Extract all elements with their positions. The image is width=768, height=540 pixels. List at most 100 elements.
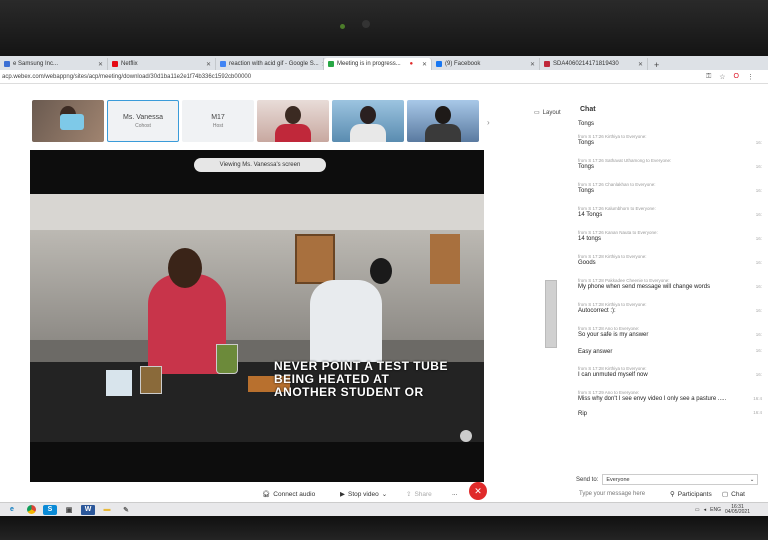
tab-label: e Samsung Inc...	[13, 61, 59, 67]
video-scientist-head	[370, 258, 392, 284]
chevron-right-icon[interactable]: ›	[487, 118, 490, 127]
video-cabinet	[430, 234, 460, 284]
chat-message-text: I can unmuted myself now	[578, 372, 648, 378]
participant-strip: Ms. Vanessa Cohost M17 Host	[32, 100, 479, 144]
chat-message-time: 16:	[755, 164, 762, 169]
more-button[interactable]: ...	[452, 490, 457, 497]
paint-icon[interactable]: ✎	[119, 505, 133, 515]
webex-meeting-app: Ms. Vanessa Cohost M17 Host › ▭ Layout Vi…	[0, 84, 768, 516]
chat-message-meta: from S 17:26 Kanan Nauta to Everyone:	[578, 230, 658, 235]
participant-video[interactable]	[257, 100, 329, 142]
video-scrollbar[interactable]	[545, 280, 557, 348]
stop-video-button[interactable]: ▶ Stop video ⌄	[340, 490, 388, 499]
chat-message-meta: from S 17:26 Sathavat Uthamong to Everyo…	[578, 158, 672, 163]
chat-message-time: 16:	[755, 372, 762, 377]
browser-tab-bar: e Samsung Inc... ✕ Netflix ✕ reaction with…	[0, 56, 768, 70]
chat-message-meta: from S 17:28 Kirthiya to Everyone:	[578, 254, 647, 259]
language-indicator[interactable]: ENG	[710, 507, 721, 513]
person-icon: ⚲	[670, 491, 675, 498]
chat-message-text: Tongs	[578, 121, 595, 127]
volume-icon[interactable]: ◂	[704, 507, 707, 513]
participant-video[interactable]	[332, 100, 404, 142]
chat-message-time: 16:4	[753, 410, 762, 415]
participants-button[interactable]: ⚲ Participants	[670, 490, 712, 499]
url-text[interactable]: acp.webex.com/webappng/sites/acp/meeting…	[0, 74, 251, 80]
layout-icon: ▭	[534, 110, 540, 116]
close-icon[interactable]: ✕	[638, 61, 643, 68]
participant-role: Cohost	[135, 122, 151, 129]
participant-tile-m17[interactable]: M17 Host	[182, 100, 254, 142]
key-icon[interactable]: ⚿	[706, 73, 711, 81]
chat-message: Rip 16:4	[578, 410, 762, 417]
folder-icon[interactable]: ▬	[100, 505, 114, 515]
chat-message: Tongs	[578, 120, 758, 127]
chat-message-text: Tongs	[578, 140, 595, 146]
chat-message-meta: from S 17:28 Ano to Everyone:	[578, 326, 640, 331]
close-icon[interactable]: ✕	[530, 61, 535, 68]
share-label: Share	[414, 490, 432, 498]
clock[interactable]: 16:31 04/05/2021	[725, 504, 750, 515]
participant-face	[285, 106, 301, 124]
ie-icon[interactable]: e	[5, 505, 19, 515]
chat-message-time: 16:	[755, 348, 762, 353]
share-icon: ⇪	[406, 491, 412, 498]
tab-meeting[interactable]: Meeting is in progress... ● ✕	[324, 58, 432, 70]
tab-label: reaction with acid gif - Google S...	[229, 61, 319, 67]
tab-google-search[interactable]: reaction with acid gif - Google S...✕	[216, 58, 324, 70]
more-icon: ...	[452, 490, 458, 497]
tab-label: Netflix	[121, 61, 138, 67]
chat-button[interactable]: ▢ Chat	[722, 490, 745, 499]
network-icon[interactable]: ▭	[695, 507, 700, 513]
chevron-down-icon: ⌄	[381, 491, 388, 498]
video-box	[106, 370, 132, 396]
word-icon[interactable]: W	[81, 504, 95, 515]
share-button[interactable]: ⇪ Share	[406, 490, 432, 499]
chat-message-meta: from S 17:29 Ano to Everyone:	[578, 390, 640, 395]
chat-message-time: 16:	[755, 308, 762, 313]
participant-video[interactable]	[32, 100, 104, 142]
skype-icon[interactable]: S	[43, 504, 57, 515]
chat-message-time: 16:	[755, 284, 762, 289]
end-meeting-button[interactable]: ✕	[469, 482, 487, 500]
tab-label: SDA4060214171819430	[553, 61, 619, 67]
video-control-dot[interactable]	[460, 430, 472, 442]
star-icon[interactable]: ☆	[719, 73, 725, 81]
viewing-screen-banner: Viewing Ms. Vanessa's screen	[194, 158, 326, 172]
system-tray: ▭ ◂ ENG 16:31 04/05/2021	[695, 504, 768, 515]
close-icon[interactable]: ✕	[206, 61, 211, 68]
chat-message-text: Easy answer	[578, 349, 613, 355]
connect-audio-button[interactable]: 🎧︎ Connect audio	[262, 490, 315, 499]
chat-message-text: 14 tongs	[578, 236, 602, 242]
chat-message: from S 17:28 Kirthiya to Everyone: Goods 1…	[578, 254, 762, 266]
tab-facebook[interactable]: (9) Facebook ✕	[432, 58, 540, 70]
media-icon[interactable]: ▣	[62, 505, 76, 515]
address-bar[interactable]: acp.webex.com/webappng/sites/acp/meeting…	[0, 70, 768, 84]
video-beaker	[216, 344, 238, 374]
close-icon[interactable]: ✕	[422, 61, 427, 68]
webex-icon	[328, 61, 334, 67]
chat-message-text: Tongs	[578, 164, 595, 170]
monitor-bezel-bottom	[0, 516, 768, 540]
chat-panel: Chat Tongs from S 17:26 Kirthiya to Ever…	[572, 102, 768, 516]
shared-video[interactable]: NEVER POINT A TEST TUBE BEING HEATED AT …	[30, 194, 484, 442]
close-icon[interactable]: ✕	[98, 61, 103, 68]
tab-samsung[interactable]: e Samsung Inc... ✕	[0, 58, 108, 70]
record-icon: ●	[409, 61, 414, 67]
chat-message: Easy answer 16:	[578, 348, 762, 355]
participant-video[interactable]	[407, 100, 479, 142]
menu-icon[interactable]: ⋮	[747, 73, 754, 81]
chat-message: from S 17:28 Ano to Everyone: So your saf…	[578, 326, 762, 338]
tab-document[interactable]: SDA4060214171819430 ✕	[540, 58, 648, 70]
chat-message-time: 16:4	[753, 396, 762, 401]
participant-body	[275, 124, 311, 142]
new-tab-button[interactable]: +	[648, 60, 665, 70]
participant-tile-vanessa[interactable]: Ms. Vanessa Cohost	[107, 100, 179, 142]
video-student-head	[168, 248, 202, 288]
chat-message-time: 16:	[755, 188, 762, 193]
layout-label: Layout	[542, 109, 561, 116]
layout-button[interactable]: ▭ Layout	[534, 109, 561, 117]
opera-icon[interactable]: O	[734, 73, 739, 81]
windows-taskbar: e S ▣ W ▬ ✎ ▭ ◂ ENG 16:31 04/05/2021	[0, 502, 768, 516]
tab-netflix[interactable]: Netflix ✕	[108, 58, 216, 70]
chrome-icon[interactable]	[24, 505, 38, 515]
